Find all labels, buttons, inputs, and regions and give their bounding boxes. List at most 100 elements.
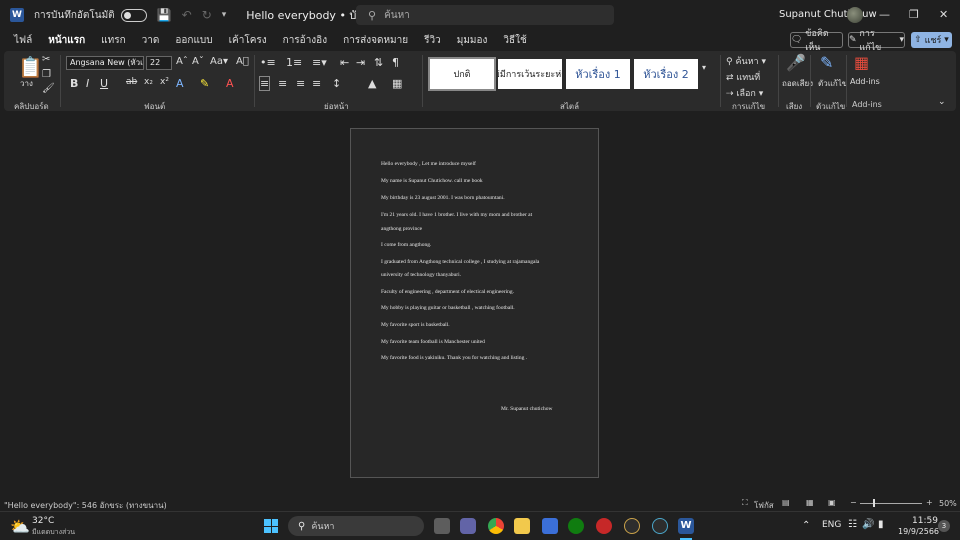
document-line[interactable]: My favorite team football is Manchester … [381,339,485,345]
chevron-up-icon[interactable]: ⌃ [802,520,810,531]
restore-icon[interactable]: ❐ [909,8,919,21]
comments-button[interactable]: 🗨 ข้อคิดเห็น [790,29,843,53]
format-painter-icon[interactable]: 🖌 [42,83,55,94]
dictate-label[interactable]: ถอดเสียง [782,77,813,90]
tab-insert[interactable]: แทรก [99,31,127,50]
addins-button-label[interactable]: Add-ins [850,77,880,86]
document-line[interactable]: My name is Supanut Chutichow. call me bo… [381,178,483,184]
speaker-icon[interactable]: 🔊 [862,519,874,530]
align-center-icon[interactable]: ≡ [278,77,287,90]
minimize-icon[interactable]: — [879,8,890,21]
save-icon[interactable]: 💾 [157,8,172,22]
line-spacing-icon[interactable]: ↕ [332,77,341,90]
select-button[interactable]: ⇢ เลือก ▾ [726,86,763,100]
underline-icon[interactable]: U [100,77,108,90]
font-size-select[interactable]: 22 [146,56,172,70]
strikethrough-icon[interactable]: ab [126,77,137,87]
tab-references[interactable]: การอ้างอิง [281,31,329,50]
decrease-indent-icon[interactable]: ⇤ [340,56,349,69]
file-explorer-icon[interactable] [514,518,530,534]
clear-format-icon[interactable]: A⃠ [236,56,249,67]
document-line[interactable]: My favorite food is yakiniku. Thank you … [381,355,527,361]
tab-draw[interactable]: วาด [140,31,162,50]
editor-button-label[interactable]: ตัวแก้ไข [818,77,847,90]
teams-icon[interactable] [460,518,476,534]
justify-icon[interactable]: ≡ [312,77,321,90]
zoom-in-icon[interactable]: + [926,498,933,507]
weather-icon[interactable]: ⛅ [10,517,30,536]
style-heading-2[interactable]: หัวเรื่อง 2 [634,59,698,89]
tab-review[interactable]: รีวิว [422,31,443,50]
document-canvas[interactable]: Hello everybody , Let me introduce mysel… [0,112,960,496]
document-line[interactable]: angthong province [381,226,422,232]
font-name-select[interactable]: Angsana New (หัวเรื่อ [66,56,144,70]
show-marks-icon[interactable]: ¶ [392,56,399,69]
task-view-icon[interactable] [434,518,450,534]
autosave-toggle[interactable] [120,8,147,22]
superscript-icon[interactable]: x² [160,77,169,87]
focus-icon[interactable]: ⛶ [742,498,748,508]
read-mode-icon[interactable]: ▤ [782,498,790,507]
zoom-out-icon[interactable]: − [850,498,857,507]
web-layout-icon[interactable]: ▣ [828,498,836,507]
copy-icon[interactable]: ❐ [42,69,51,80]
share-button[interactable]: ⇧ แชร์ ▾ [911,32,952,48]
tab-design[interactable]: ออกแบบ [173,31,214,50]
document-line[interactable]: I come from angthong. [381,242,431,248]
taskbar-search[interactable]: ⚲ ค้นหา [288,516,424,536]
addins-icon[interactable]: ▦ [854,53,869,72]
document-line[interactable]: university of technology thanyaburi. [381,272,461,278]
editing-mode-button[interactable]: ✎ การแก้ไข ▾ [848,29,905,53]
start-icon[interactable] [264,519,278,533]
styles-more-icon[interactable]: ▾ [702,63,706,72]
editor-icon[interactable]: ✎ [820,53,833,72]
document-line[interactable]: My birthday is 23 august 2001. I was bor… [381,195,505,201]
paste-label[interactable]: วาง [20,77,33,90]
game-icon[interactable] [624,518,640,534]
app-icon[interactable] [596,518,612,534]
clock-date[interactable]: 19/9/2566 [898,527,939,536]
style-no-spacing[interactable]: ไม่มีการเว้นระยะห่าง [498,59,562,89]
store-icon[interactable] [542,518,558,534]
document-line[interactable]: I graduated from Angthong technical coll… [381,259,539,265]
tab-mailings[interactable]: การส่งจดหมาย [341,31,410,50]
align-left-icon[interactable]: ≡ [258,76,271,91]
change-case-icon[interactable]: Aa▾ [210,56,228,67]
weather-desc[interactable]: มีแดดบางส่วน [32,527,75,538]
close-icon[interactable]: ✕ [939,8,948,21]
signature-line[interactable]: Mr. Supanut chutichow [501,406,552,412]
redo-icon[interactable]: ↻ [202,8,212,22]
multilevel-list-icon[interactable]: ≡▾ [312,56,327,69]
zoom-slider[interactable] [860,503,922,504]
zoom-level[interactable]: 50% [939,499,957,508]
document-line[interactable]: I'm 21 years old. I have 1 brother. I li… [381,212,532,218]
chrome-icon[interactable] [488,518,504,534]
numbering-icon[interactable]: 1≡ [286,56,302,69]
shrink-font-icon[interactable]: Aˇ [192,56,204,67]
document-line[interactable]: Hello everybody , Let me introduce mysel… [381,161,476,167]
print-layout-icon[interactable]: ▦ [806,498,814,507]
search-input[interactable]: ⚲ ค้นหา [356,5,614,25]
document-page[interactable]: Hello everybody , Let me introduce mysel… [350,128,599,478]
microphone-icon[interactable]: 🎤 [786,53,806,72]
tab-home[interactable]: หน้าแรก [46,31,88,53]
clock-time[interactable]: 11:59 [912,516,938,526]
find-button[interactable]: ⚲ ค้นหา ▾ [726,54,766,68]
document-line[interactable]: My hobby is playing guitar or basketball… [381,305,515,311]
bullets-icon[interactable]: •≡ [260,56,276,69]
collapse-ribbon-icon[interactable]: ⌄ [938,97,946,107]
text-effects-icon[interactable]: A [176,77,184,90]
paste-icon[interactable]: 📋 [18,55,43,79]
align-right-icon[interactable]: ≡ [296,77,305,90]
sort-icon[interactable]: ⇅ [374,56,383,69]
network-icon[interactable]: ☷ [848,519,857,530]
avatar[interactable] [847,7,863,23]
subscript-icon[interactable]: x₂ [144,77,153,87]
weather-temp[interactable]: 32°C [32,516,54,526]
game2-icon[interactable] [652,518,668,534]
undo-icon[interactable]: ↶ [182,8,192,22]
tab-layout[interactable]: เค้าโครง [227,31,269,50]
increase-indent-icon[interactable]: ⇥ [356,56,365,69]
grow-font-icon[interactable]: Aˆ [176,56,188,67]
document-line[interactable]: My favorite sport is basketball. [381,322,450,328]
